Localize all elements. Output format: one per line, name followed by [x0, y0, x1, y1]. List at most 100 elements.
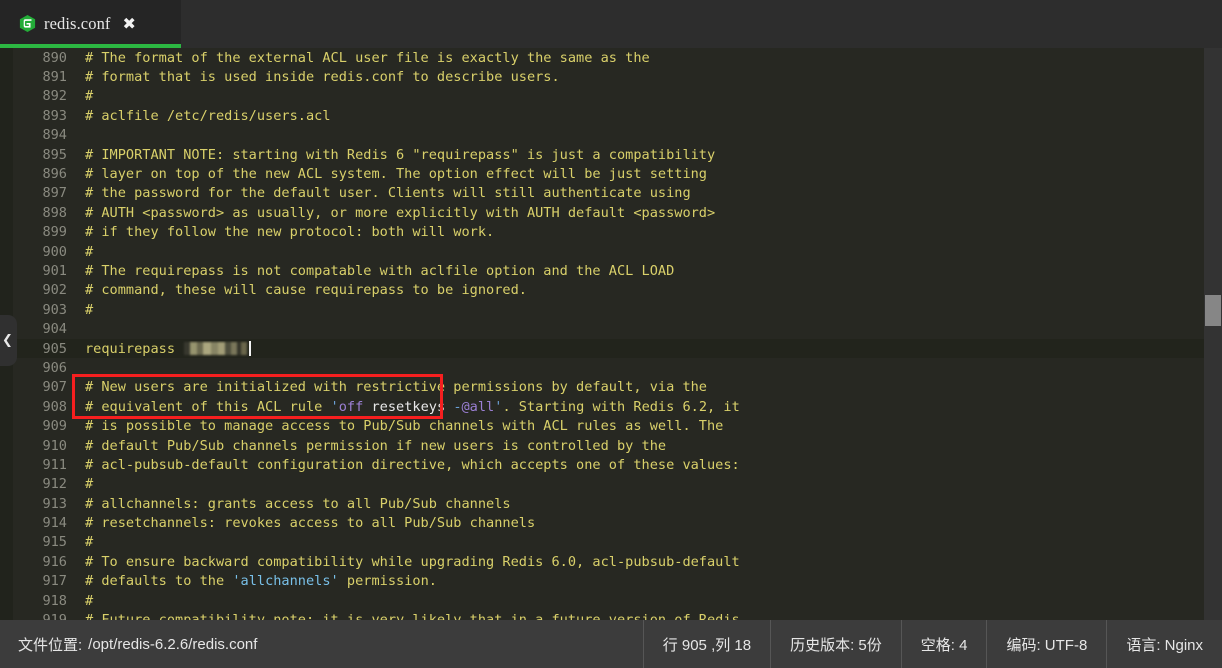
sidebar-collapse-handle[interactable]: ❮: [0, 315, 17, 366]
code-text: # acl-pubsub-default configuration direc…: [76, 457, 1222, 473]
code-editor[interactable]: 890 # The format of the external ACL user…: [0, 48, 1222, 620]
line-number: 905: [42, 340, 67, 357]
code-token: # The format of the external ACL user fi…: [85, 49, 650, 66]
code-token: # The requirepass is not compatable with…: [85, 262, 675, 279]
line-number: 891: [42, 69, 67, 86]
code-line[interactable]: 902 # command, these will cause requirepa…: [13, 281, 1222, 300]
code-token: permission.: [338, 573, 437, 590]
tab-bar: redis.conf ✖: [0, 0, 1222, 48]
line-number: 890: [42, 49, 67, 66]
code-token: # if they follow the new protocol: both …: [85, 224, 495, 241]
line-number: 918: [42, 592, 67, 609]
code-text: #: [76, 88, 1222, 104]
code-line[interactable]: 911 # acl-pubsub-default configuration di…: [13, 455, 1222, 474]
code-line[interactable]: 898 # AUTH <password> as usually, or more…: [13, 203, 1222, 222]
code-text: # equivalent of this ACL rule 'off reset…: [76, 399, 1222, 415]
code-line[interactable]: 901 # The requirepass is not compatable w…: [13, 261, 1222, 280]
line-number: 908: [42, 398, 67, 415]
line-number: 913: [42, 495, 67, 512]
line-number: 912: [42, 476, 67, 493]
code-text: #: [76, 302, 1222, 318]
code-token: # IMPORTANT NOTE: starting with Redis 6 …: [85, 146, 716, 163]
code-line[interactable]: 903 #: [13, 300, 1222, 319]
code-line[interactable]: 891 # format that is used inside redis.co…: [13, 67, 1222, 86]
line-number: 899: [42, 224, 67, 241]
code-text: # New users are initialized with restric…: [76, 379, 1222, 395]
code-line[interactable]: 913 # allchannels: grants access to all P…: [13, 494, 1222, 513]
code-line[interactable]: 912 #: [13, 475, 1222, 494]
code-text: # command, these will cause requirepass …: [76, 282, 1222, 298]
vertical-scrollbar-track[interactable]: [1204, 48, 1222, 620]
encoding[interactable]: 编码: UTF-8: [986, 620, 1106, 668]
code-text: # AUTH <password> as usually, or more ex…: [76, 205, 1222, 221]
code-line[interactable]: 899 # if they follow the new protocol: bo…: [13, 223, 1222, 242]
vertical-scrollbar-thumb[interactable]: [1205, 295, 1221, 326]
code-token: # layer on top of the new ACL system. Th…: [85, 166, 707, 183]
code-line[interactable]: 914 # resetchannels: revokes access to al…: [13, 513, 1222, 532]
code-line[interactable]: 894: [13, 126, 1222, 145]
close-icon[interactable]: ✖: [123, 16, 136, 32]
code-line[interactable]: 904: [13, 319, 1222, 338]
code-line[interactable]: 896 # layer on top of the new ACL system.…: [13, 164, 1222, 183]
code-line[interactable]: 895 # IMPORTANT NOTE: starting with Redis…: [13, 145, 1222, 164]
code-line[interactable]: 906: [13, 358, 1222, 377]
code-token: ': [330, 398, 339, 415]
code-line[interactable]: 897 # the password for the default user. …: [13, 184, 1222, 203]
code-line[interactable]: 919 # Future compatibility note: it is ve…: [13, 610, 1222, 620]
status-spacer: [257, 620, 642, 668]
code-text: # if they follow the new protocol: both …: [76, 224, 1222, 240]
code-text: #: [76, 593, 1222, 609]
code-text: #: [76, 534, 1222, 550]
code-line[interactable]: 909 # is possible to manage access to Pub…: [13, 416, 1222, 435]
code-text: # format that is used inside redis.conf …: [76, 69, 1222, 85]
chevron-left-icon: ❮: [2, 333, 13, 348]
code-line[interactable]: 900 #: [13, 242, 1222, 261]
code-line[interactable]: 907 # New users are initialized with rest…: [13, 378, 1222, 397]
line-number: 907: [42, 379, 67, 396]
cursor-position[interactable]: 行 905 ,列 18: [642, 620, 770, 668]
line-number: 919: [13, 612, 76, 620]
code-line[interactable]: 910 # default Pub/Sub channels permission…: [13, 436, 1222, 455]
code-line[interactable]: 905 requirepass: [13, 338, 1222, 359]
code-text: # IMPORTANT NOTE: starting with Redis 6 …: [76, 147, 1222, 163]
code-token: # Future compatibility note: it is very …: [85, 612, 740, 620]
indent-spaces[interactable]: 空格: 4: [900, 620, 987, 668]
line-number: 915: [42, 534, 67, 551]
code-line[interactable]: 915 #: [13, 533, 1222, 552]
line-number: 897: [42, 185, 67, 202]
code-line[interactable]: 918 #: [13, 591, 1222, 610]
language-mode[interactable]: 语言: Nginx: [1106, 620, 1222, 668]
code-token: # resetchannels: revokes access to all P…: [85, 515, 536, 532]
code-token: #: [85, 534, 94, 551]
code-token: #: [85, 88, 94, 105]
gitee-hexagon-icon: [18, 14, 37, 33]
code-token: resetkeys: [363, 398, 454, 415]
line-number: 911: [42, 456, 67, 473]
line-number: 910: [42, 437, 67, 454]
code-text: requirepass: [76, 340, 1222, 357]
code-text: # the password for the default user. Cli…: [76, 185, 1222, 201]
code-line[interactable]: 916 # To ensure backward compatibility wh…: [13, 552, 1222, 571]
code-line[interactable]: 893 # aclfile /etc/redis/users.acl: [13, 106, 1222, 125]
line-number: 903: [42, 301, 67, 318]
line-number: 916: [42, 553, 67, 570]
code-text: # is possible to manage access to Pub/Su…: [76, 418, 1222, 434]
code-token: #: [85, 476, 94, 493]
code-line[interactable]: 890 # The format of the external ACL user…: [13, 48, 1222, 67]
history-versions[interactable]: 历史版本: 5份: [770, 620, 901, 668]
line-number: 914: [42, 515, 67, 532]
code-token: @all: [461, 398, 495, 415]
code-token: # command, these will cause requirepass …: [85, 282, 527, 299]
code-line[interactable]: 892 #: [13, 87, 1222, 106]
code-token: off: [338, 398, 364, 415]
code-token: # format that is used inside redis.conf …: [85, 69, 560, 86]
code-token: #: [85, 243, 94, 260]
tab-redis-conf[interactable]: redis.conf ✖: [0, 0, 181, 48]
file-location-label: 文件位置:: [18, 636, 83, 654]
code-text: # resetchannels: revokes access to all P…: [76, 515, 1222, 531]
code-line[interactable]: 908 # equivalent of this ACL rule 'off re…: [13, 397, 1222, 416]
code-lines[interactable]: 890 # The format of the external ACL user…: [13, 48, 1222, 620]
code-line[interactable]: 917 # defaults to the 'allchannels' permi…: [13, 572, 1222, 591]
code-token: requirepass: [85, 340, 184, 357]
code-token: 'allchannels': [232, 573, 339, 590]
